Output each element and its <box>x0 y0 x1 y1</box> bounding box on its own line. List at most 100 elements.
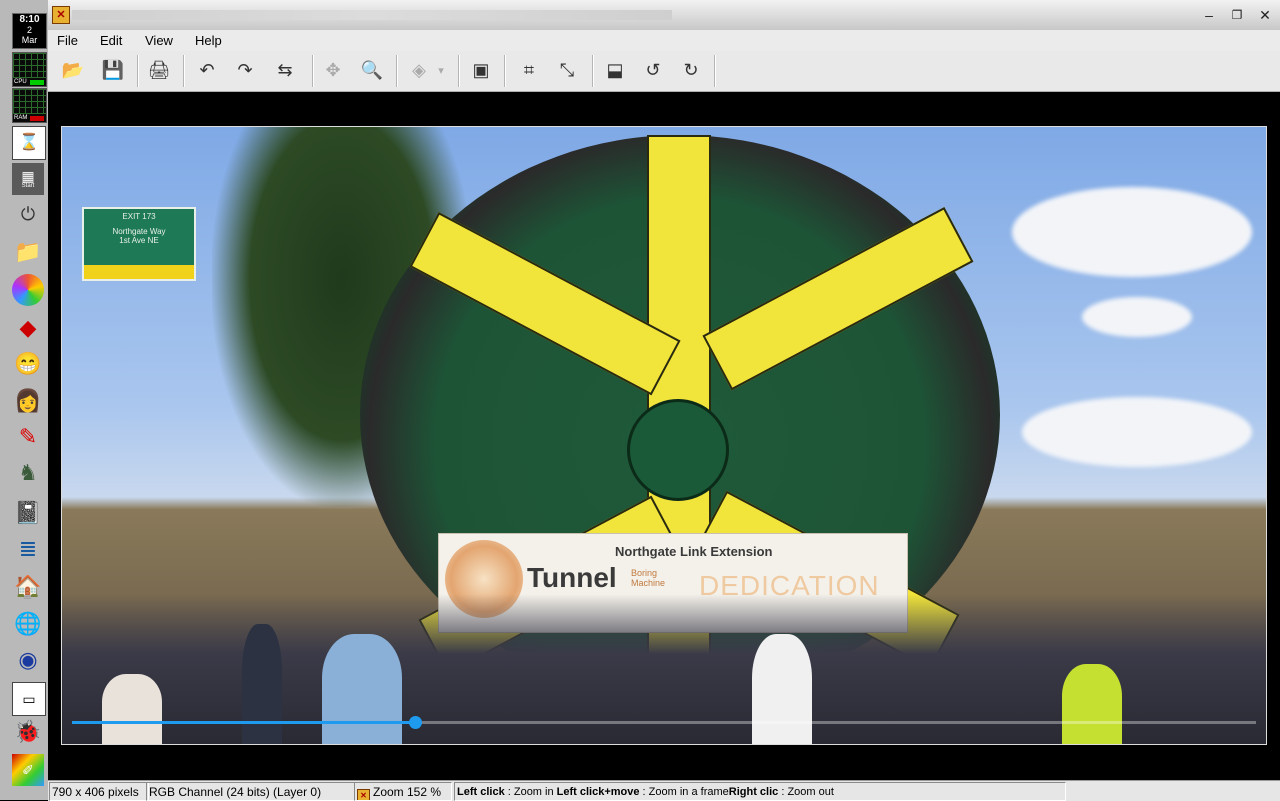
title-bar[interactable]: ✕ – ❐ ✕ <box>48 0 1280 31</box>
toolbar-separator <box>714 55 716 87</box>
person <box>102 674 162 744</box>
menu-help[interactable]: Help <box>195 32 222 49</box>
cpu-meter-label: CPU <box>14 79 27 85</box>
person <box>322 634 402 744</box>
cloud <box>1022 397 1252 467</box>
toolbar-separator <box>137 55 139 87</box>
redo-button[interactable]: ↷ <box>230 55 260 85</box>
start-icon[interactable]: ▦ Start <box>12 163 44 195</box>
video-progress-fill <box>72 721 416 724</box>
toolbar: 📂 💾 🖨 ↶ ↷ ⇆ ✥ 🔍 ◈ ▾ ▣ ⌗ ⤡ ⬓ ↺ ↻ <box>48 51 1280 92</box>
fullscreen-icon: ▣ <box>472 59 490 80</box>
menu-edit[interactable]: Edit <box>100 32 122 49</box>
toolbar-separator <box>592 55 594 87</box>
save-button[interactable]: 💾 <box>98 55 128 85</box>
toolbar-separator <box>312 55 314 87</box>
repeat-button[interactable]: ⇆ <box>270 55 300 85</box>
notebook-icon[interactable]: 📓 <box>12 497 44 529</box>
clock-month: Mar <box>21 35 38 45</box>
ram-meter[interactable]: RAM <box>12 88 47 123</box>
zoom-button[interactable]: 🔍 <box>357 55 387 85</box>
cpu-meter[interactable]: CPU <box>12 52 47 87</box>
restore-icon: ❐ <box>1231 8 1243 22</box>
close-button[interactable]: ✕ <box>1256 6 1274 24</box>
hint-left-move: Left click+move <box>556 786 640 798</box>
start-label: Start <box>21 183 35 189</box>
cutter-hub <box>627 399 729 501</box>
open-button[interactable]: 📂 <box>58 55 88 85</box>
layers-icon: ◈ <box>412 59 426 80</box>
status-zoom: ✕ Zoom 152 % <box>354 782 452 801</box>
app-icon[interactable]: ✕ <box>52 6 70 24</box>
kite-icon[interactable]: ◆ <box>12 312 44 344</box>
cpu-meter-grid <box>13 53 46 78</box>
rotate-left-button[interactable]: ↺ <box>638 55 668 85</box>
dock-clock[interactable]: 8:10 2 Mar <box>12 13 47 49</box>
person <box>242 624 282 744</box>
start-glyph: ▦ <box>21 168 35 184</box>
hint-left-click: Left click <box>457 786 505 798</box>
move-button[interactable]: ✥ <box>318 55 348 85</box>
save-icon: 💾 <box>101 59 125 80</box>
flip-button[interactable]: ⬓ <box>600 55 630 85</box>
menu-view[interactable]: View <box>145 32 173 49</box>
fullscreen-button[interactable]: ▣ <box>466 55 496 85</box>
toolbar-separator <box>458 55 460 87</box>
zoom-icon: ✕ <box>357 789 370 800</box>
rotate-right-button[interactable]: ↻ <box>676 55 706 85</box>
clock-day: 2 <box>26 25 32 35</box>
sign-exit: EXIT 173 <box>122 212 156 221</box>
ram-meter-bar <box>30 116 44 121</box>
toolbar-separator <box>504 55 506 87</box>
video-progress-track[interactable] <box>72 716 1256 729</box>
hint-left-click-text: : Zoom in <box>504 786 557 798</box>
sign-yellow-strip <box>84 265 194 279</box>
open-icon: 📂 <box>61 59 85 80</box>
desktop-dock: 8:10 2 Mar CPU RAM ⌛ ▦ Start ⏻ 📁 ◆ 😁 👩 ✎… <box>0 0 49 800</box>
character-icon[interactable]: 👩 <box>12 385 44 417</box>
globe-icon[interactable]: 🌐 <box>12 608 44 640</box>
power-icon[interactable]: ⏻ <box>12 198 44 230</box>
knight-icon[interactable]: ♞ <box>12 457 44 489</box>
layers-button[interactable]: ◈ <box>404 55 434 85</box>
smiley-icon[interactable]: 😁 <box>12 348 44 380</box>
clock-time: 8:10 <box>19 14 40 25</box>
document-icon[interactable]: ≣ <box>12 533 44 565</box>
banner-boring-machine: Boring Machine <box>631 568 666 588</box>
globe-blue-icon[interactable]: ◉ <box>12 644 44 676</box>
undo-icon: ↶ <box>199 59 215 80</box>
undo-button[interactable]: ↶ <box>192 55 222 85</box>
hint-right-click: Right clic <box>728 786 779 798</box>
hourglass-icon[interactable]: ⌛ <box>12 126 46 160</box>
layers-dropdown[interactable]: ▾ <box>434 55 448 85</box>
house-icon[interactable]: 🏠 <box>12 571 44 603</box>
ram-meter-grid <box>13 89 46 114</box>
resize-icon: ⤡ <box>559 59 575 80</box>
minimize-button[interactable]: – <box>1200 6 1218 24</box>
folder-icon[interactable]: 📁 <box>12 236 44 268</box>
status-zoom-text: Zoom 152 % <box>373 785 442 799</box>
person <box>752 634 812 744</box>
status-dimensions: 790 x 406 pixels <box>49 782 149 801</box>
maximize-button[interactable]: ❐ <box>1228 6 1246 24</box>
repeat-icon: ⇆ <box>277 59 293 80</box>
brush-icon[interactable]: ✎ <box>12 421 44 453</box>
window-icon[interactable]: ▭ <box>12 682 46 716</box>
paint-icon[interactable]: ✐ <box>12 754 44 786</box>
hint-right-click-text: : Zoom out <box>778 786 834 798</box>
print-button[interactable]: 🖨 <box>144 55 174 85</box>
video-frame[interactable]: EXIT 173 Northgate Way 1st Ave NE Northg… <box>61 126 1267 745</box>
image-viewer[interactable]: EXIT 173 Northgate Way 1st Ave NE Northg… <box>48 92 1280 780</box>
sign-line-3: 1st Ave NE <box>119 236 159 245</box>
bug-icon[interactable]: 🐞 <box>12 716 44 748</box>
resize-button[interactable]: ⤡ <box>552 55 582 85</box>
color-wheel-icon[interactable] <box>12 274 44 306</box>
move-icon: ✥ <box>325 59 341 80</box>
print-icon: 🖨 <box>147 59 171 80</box>
flip-icon: ⬓ <box>606 59 624 80</box>
status-channel: RGB Channel (24 bits) (Layer 0) <box>146 782 355 801</box>
rotate-left-icon: ↺ <box>645 59 661 80</box>
crop-button[interactable]: ⌗ <box>514 55 544 85</box>
magnifier-icon: 🔍 <box>360 59 384 80</box>
menu-file[interactable]: File <box>57 32 78 49</box>
